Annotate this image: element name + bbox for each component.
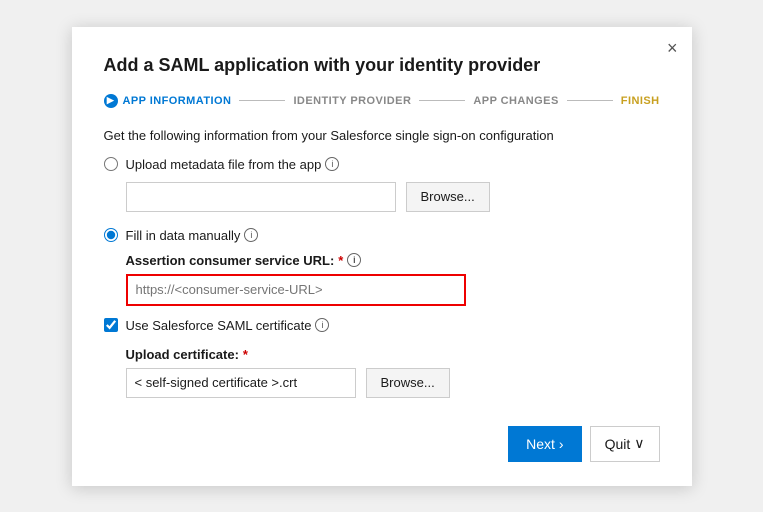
metadata-file-input[interactable] <box>126 182 396 212</box>
step-line-3 <box>567 100 613 101</box>
quit-button[interactable]: Quit ∨ <box>590 426 660 462</box>
step-label-identity-provider: IDENTITY PROVIDER <box>293 95 411 107</box>
manual-radio[interactable] <box>104 228 118 242</box>
manual-radio-option: Fill in data manually i <box>104 228 660 243</box>
file-input-row: Browse... <box>126 182 660 212</box>
step-circle-app-information: ▶ <box>104 94 118 108</box>
salesforce-cert-checkbox[interactable] <box>104 318 118 332</box>
step-line-2 <box>419 100 465 101</box>
metadata-browse-button[interactable]: Browse... <box>406 182 490 212</box>
cert-file-input[interactable] <box>126 368 356 398</box>
salesforce-cert-checkbox-row: Use Salesforce SAML certificate i <box>104 318 660 333</box>
cert-file-row: Browse... <box>126 368 660 398</box>
step-app-information: ▶ APP INFORMATION <box>104 94 232 108</box>
upload-cert-field-group: Upload certificate: * Browse... <box>126 347 660 398</box>
cert-required-star: * <box>243 347 248 362</box>
next-button[interactable]: Next › <box>508 426 581 462</box>
info-text: Get the following information from your … <box>104 128 660 143</box>
step-line-1 <box>239 100 285 101</box>
upload-radio-label[interactable]: Upload metadata file from the app i <box>126 157 340 172</box>
saml-dialog: × Add a SAML application with your ident… <box>72 27 692 486</box>
cert-browse-button[interactable]: Browse... <box>366 368 450 398</box>
step-label-app-changes: APP CHANGES <box>473 95 558 107</box>
step-identity-provider: IDENTITY PROVIDER <box>293 95 411 107</box>
manual-info-icon: i <box>244 228 258 242</box>
assertion-required-star: * <box>338 253 343 268</box>
upload-cert-label: Upload certificate: * <box>126 347 660 362</box>
step-label-app-information: APP INFORMATION <box>123 95 232 107</box>
dialog-footer: Next › Quit ∨ <box>104 426 660 462</box>
upload-info-icon: i <box>325 157 339 171</box>
salesforce-cert-label[interactable]: Use Salesforce SAML certificate i <box>126 318 330 333</box>
dialog-title: Add a SAML application with your identit… <box>104 55 660 76</box>
close-button[interactable]: × <box>667 39 678 57</box>
step-finish: FINISH <box>621 95 660 107</box>
upload-radio[interactable] <box>104 157 118 171</box>
upload-radio-option: Upload metadata file from the app i <box>104 157 660 172</box>
assertion-info-icon: i <box>347 253 361 267</box>
step-app-changes: APP CHANGES <box>473 95 558 107</box>
cert-checkbox-info-icon: i <box>315 318 329 332</box>
assertion-url-input[interactable] <box>126 274 466 306</box>
step-label-finish: FINISH <box>621 95 660 107</box>
assertion-field-group: Assertion consumer service URL: * i <box>126 253 660 306</box>
manual-radio-label[interactable]: Fill in data manually i <box>126 228 259 243</box>
assertion-field-label: Assertion consumer service URL: * i <box>126 253 660 268</box>
stepper: ▶ APP INFORMATION IDENTITY PROVIDER APP … <box>104 94 660 108</box>
